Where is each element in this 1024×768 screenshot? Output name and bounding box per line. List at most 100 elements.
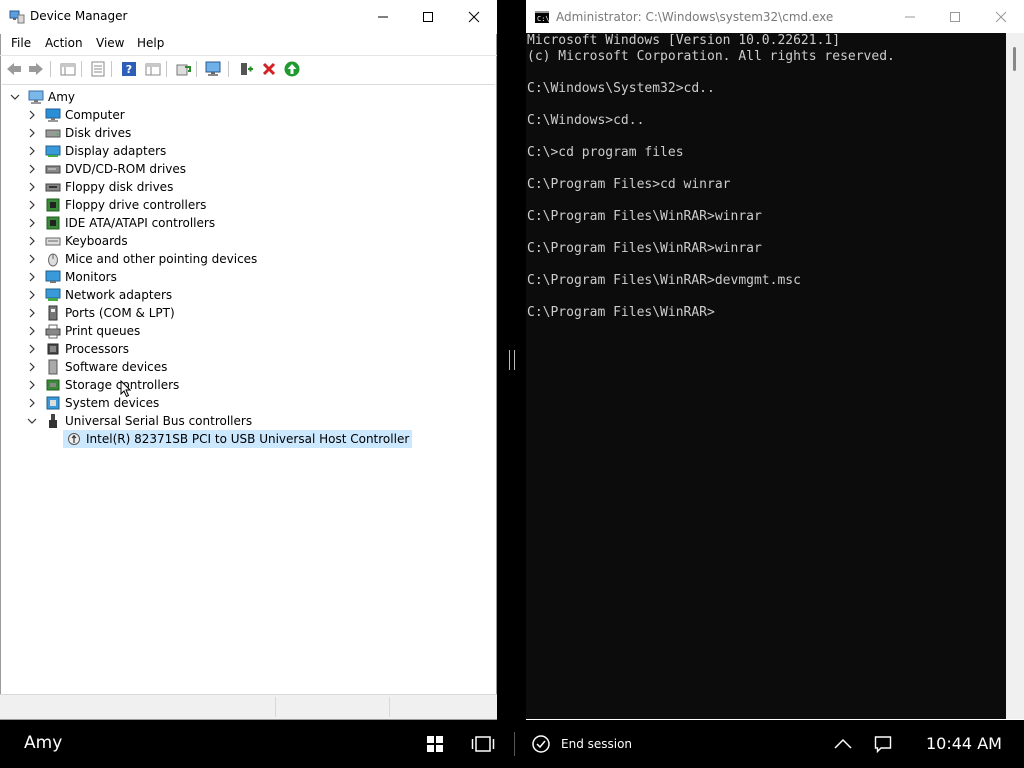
tree-category-software-devices[interactable]: Software devices bbox=[26, 358, 167, 376]
tree-category-keyboards[interactable]: Keyboards bbox=[26, 232, 128, 250]
start-button[interactable] bbox=[423, 732, 447, 756]
help-button[interactable]: ? bbox=[119, 59, 139, 79]
device-manager-window[interactable]: Device Manager File Action View Help ? A… bbox=[0, 0, 497, 720]
chevron-right-icon[interactable] bbox=[26, 109, 38, 121]
scan-hardware-button[interactable] bbox=[204, 59, 224, 79]
uninstall-x-icon bbox=[262, 62, 276, 76]
tree-category-floppy-drive-controllers[interactable]: Floppy drive controllers bbox=[26, 196, 206, 214]
tree-category-floppy-disk-drives[interactable]: Floppy disk drives bbox=[26, 178, 173, 196]
task-view-icon bbox=[471, 736, 495, 752]
tree-category-print-queues[interactable]: Print queues bbox=[26, 322, 140, 340]
end-session-label[interactable]: End session bbox=[561, 737, 632, 751]
snap-divider[interactable] bbox=[497, 0, 526, 720]
tree-category-disk-drives[interactable]: Disk drives bbox=[26, 124, 131, 142]
cmd-maximize-button[interactable] bbox=[932, 0, 978, 33]
printer-icon bbox=[45, 323, 61, 339]
minimize-button[interactable] bbox=[360, 0, 406, 34]
menu-view[interactable]: View bbox=[96, 36, 124, 50]
chevron-right-icon[interactable] bbox=[26, 397, 38, 409]
enable-device-button[interactable] bbox=[282, 59, 302, 79]
divider-grip-icon[interactable] bbox=[509, 350, 515, 370]
clock[interactable]: 10:44 AM bbox=[926, 734, 1002, 753]
maximize-button[interactable] bbox=[405, 0, 451, 34]
forward-button[interactable] bbox=[26, 59, 46, 79]
close-button[interactable] bbox=[451, 0, 497, 34]
console-output[interactable]: Microsoft Windows [Version 10.0.22621.1]… bbox=[526, 33, 1006, 719]
chevron-right-icon[interactable] bbox=[26, 127, 38, 139]
chevron-right-icon[interactable] bbox=[26, 271, 38, 283]
cmd-close-button[interactable] bbox=[978, 0, 1024, 33]
notifications-button[interactable] bbox=[871, 732, 895, 756]
chevron-right-icon[interactable] bbox=[26, 145, 38, 157]
view-button[interactable] bbox=[143, 59, 163, 79]
uninstall-device-button[interactable] bbox=[259, 59, 279, 79]
system-device-icon bbox=[45, 395, 61, 411]
minimize-icon bbox=[905, 16, 915, 17]
command-prompt-window[interactable]: C:\ Administrator: C:\Windows\system32\c… bbox=[526, 0, 1024, 720]
scan-hardware-icon bbox=[205, 61, 221, 76]
show-hidden-icons-button[interactable] bbox=[831, 732, 855, 756]
tree-item-usb-host-controller[interactable]: Intel(R) 82371SB PCI to USB Universal Ho… bbox=[63, 430, 413, 448]
chevron-right-icon[interactable] bbox=[26, 181, 38, 193]
usb-icon bbox=[45, 413, 61, 429]
update-driver-button[interactable] bbox=[173, 59, 193, 79]
close-icon bbox=[995, 11, 1007, 22]
console-line: C:\Program Files\WinRAR>devmgmt.msc bbox=[527, 273, 801, 288]
tree-category-storage-controllers[interactable]: Storage controllers bbox=[26, 376, 179, 394]
forward-arrow-icon bbox=[29, 63, 43, 75]
tree-category-network-adapters[interactable]: Network adapters bbox=[26, 286, 172, 304]
cmd-vertical-scrollbar[interactable] bbox=[1006, 33, 1024, 719]
chevron-right-icon[interactable] bbox=[26, 199, 38, 211]
chevron-right-icon[interactable] bbox=[26, 361, 38, 373]
end-session-button[interactable] bbox=[529, 732, 553, 756]
task-view-button[interactable] bbox=[471, 732, 495, 756]
chevron-right-icon[interactable] bbox=[26, 307, 38, 319]
chevron-right-icon[interactable] bbox=[26, 163, 38, 175]
chevron-right-icon[interactable] bbox=[26, 253, 38, 265]
add-driver-button[interactable] bbox=[236, 59, 256, 79]
chevron-right-icon[interactable] bbox=[26, 343, 38, 355]
cmd-titlebar[interactable]: C:\ Administrator: C:\Windows\system32\c… bbox=[526, 0, 1024, 33]
show-hide-console-tree-button[interactable] bbox=[58, 59, 78, 79]
view-icon bbox=[145, 63, 161, 76]
tree-category-monitors[interactable]: Monitors bbox=[26, 268, 117, 286]
tree-category-processors[interactable]: Processors bbox=[26, 340, 129, 358]
device-tree[interactable]: Amy Computer Disk drives Display adapters D… bbox=[2, 84, 495, 695]
tree-category-universal-serial-bus-controllers[interactable]: Universal Serial Bus controllers bbox=[26, 412, 252, 430]
back-button[interactable] bbox=[4, 59, 24, 79]
tree-category-ide-ata-atapi-controllers[interactable]: IDE ATA/ATAPI controllers bbox=[26, 214, 215, 232]
update-driver-icon bbox=[176, 64, 191, 76]
menu-help[interactable]: Help bbox=[137, 36, 164, 50]
properties-button[interactable] bbox=[88, 59, 108, 79]
toolbar-separator bbox=[81, 61, 82, 77]
chevron-down-icon[interactable] bbox=[26, 415, 38, 427]
chevron-right-icon[interactable] bbox=[26, 325, 38, 337]
chevron-right-icon[interactable] bbox=[26, 235, 38, 247]
console-line: C:\Windows\System32>cd.. bbox=[527, 81, 715, 96]
tree-category-system-devices[interactable]: System devices bbox=[26, 394, 159, 412]
chevron-down-icon[interactable] bbox=[9, 91, 21, 103]
menu-action[interactable]: Action bbox=[45, 36, 83, 50]
tree-category-label: Mice and other pointing devices bbox=[65, 252, 258, 266]
chevron-right-icon[interactable] bbox=[26, 379, 38, 391]
tree-category-mice-and-other-pointing-devices[interactable]: Mice and other pointing devices bbox=[26, 250, 257, 268]
scrollbar-thumb[interactable] bbox=[1013, 47, 1016, 71]
menu-file[interactable]: File bbox=[11, 36, 31, 50]
tree-root[interactable]: Amy bbox=[9, 88, 75, 106]
tree-category-computer[interactable]: Computer bbox=[26, 106, 125, 124]
tree-category-display-adapters[interactable]: Display adapters bbox=[26, 142, 166, 160]
tree-category-ports-com-lpt[interactable]: Ports (COM & LPT) bbox=[26, 304, 175, 322]
chevron-right-icon[interactable] bbox=[26, 289, 38, 301]
tree-category-label: Floppy disk drives bbox=[65, 180, 174, 194]
tree-category-dvd-cd-rom-drives[interactable]: DVD/CD-ROM drives bbox=[26, 160, 186, 178]
tree-category-label: Processors bbox=[65, 342, 130, 356]
device-manager-icon bbox=[9, 10, 25, 24]
close-icon bbox=[468, 11, 480, 23]
cmd-minimize-button[interactable] bbox=[887, 0, 933, 33]
device-manager-titlebar[interactable]: Device Manager bbox=[0, 0, 497, 34]
svg-text:?: ? bbox=[126, 63, 132, 76]
tree-category-label: Computer bbox=[65, 108, 125, 122]
chevron-right-icon[interactable] bbox=[26, 217, 38, 229]
console-line: C:\>cd program files bbox=[527, 145, 684, 160]
computer-icon bbox=[45, 107, 61, 123]
